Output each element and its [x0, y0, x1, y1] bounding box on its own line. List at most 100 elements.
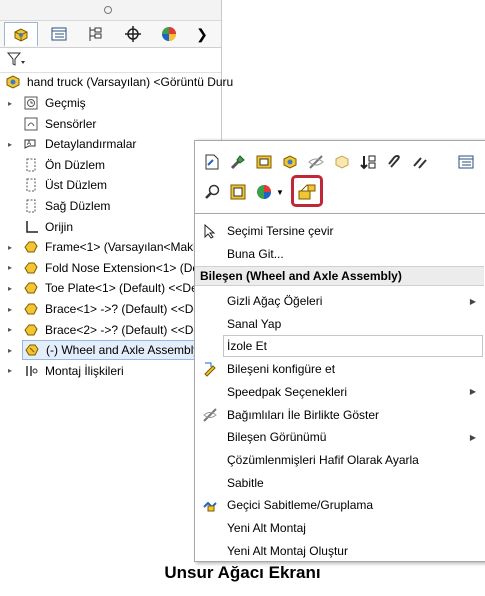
- menu-item[interactable]: Çözümlenmişleri Hafif Olarak Ayarla: [195, 449, 484, 471]
- reorder-icon[interactable]: [357, 151, 379, 173]
- part-icon: [22, 259, 40, 277]
- tree-item-label: Toe Plate<1> (Default) <<Defa: [45, 281, 208, 296]
- menu-item[interactable]: Bağımlıları İle Birlikte Göster: [195, 404, 484, 426]
- tab-display-manager[interactable]: [152, 22, 186, 46]
- menu-item-label: Geçici Sabitleme/Gruplama: [227, 498, 374, 513]
- panel-collapse-handle[interactable]: [0, 0, 221, 21]
- menu-item[interactable]: Sabitle: [195, 472, 484, 494]
- plane-icon: [22, 197, 40, 215]
- rebuild-icon[interactable]: [253, 151, 275, 173]
- tree-item[interactable]: A Detaylandırmalar: [22, 134, 136, 154]
- view-orientation-icon[interactable]: [227, 181, 249, 203]
- menu-item[interactable]: İzole Et: [223, 335, 483, 358]
- tree-item[interactable]: Brace<1> ->? (Default) <<Def: [22, 299, 203, 319]
- list-view-icon[interactable]: [455, 151, 477, 173]
- part-icon: [22, 300, 40, 318]
- isolate-icon[interactable]: [291, 175, 323, 207]
- tab-property-manager[interactable]: [42, 22, 76, 46]
- tab-configuration-manager[interactable]: [78, 22, 112, 46]
- panel-tab-bar: ❯: [0, 21, 221, 48]
- transparency-icon[interactable]: [331, 151, 353, 173]
- plane-icon: [22, 176, 40, 194]
- tree-root-label: hand truck (Varsayılan) <Görüntü Duru: [27, 75, 234, 89]
- tree-item[interactable]: Orijin: [22, 217, 73, 237]
- paperclip-icon[interactable]: [383, 151, 405, 173]
- menu-item[interactable]: Speedpak Seçenekleri ▶: [195, 381, 484, 403]
- filter-icon[interactable]: [6, 51, 26, 72]
- tree-item-label: Detaylandırmalar: [45, 137, 137, 152]
- tree-item[interactable]: Toe Plate<1> (Default) <<Defa: [22, 278, 208, 298]
- part-icon: [22, 279, 40, 297]
- tree-item-label: Fold Nose Extension<1> (Defa: [45, 260, 210, 275]
- chevron-right-icon: ❯: [196, 25, 208, 42]
- tree-root[interactable]: hand truck (Varsayılan) <Görüntü Duru: [4, 72, 233, 92]
- plane-icon: [22, 156, 40, 174]
- edit-assembly-icon[interactable]: [227, 151, 249, 173]
- menu-item[interactable]: Geçici Sabitleme/Gruplama: [195, 494, 484, 516]
- expand-arrow-icon[interactable]: ▸: [6, 278, 14, 298]
- crosshair-icon: [125, 26, 141, 42]
- zoom-to-selection-icon[interactable]: [201, 181, 223, 203]
- tree-item-label: Sensörler: [45, 116, 97, 131]
- tab-feature-manager[interactable]: [4, 22, 38, 46]
- chevron-down-icon[interactable]: ▼: [275, 181, 285, 203]
- property-list-icon: [51, 27, 67, 41]
- tree-item[interactable]: Sağ Düzlem: [22, 196, 110, 216]
- part-icon: [22, 321, 40, 339]
- menu-invert-selection-label: Seçimi Tersine çevir: [227, 224, 334, 238]
- expand-arrow-icon[interactable]: ▸: [6, 320, 14, 340]
- tree-item[interactable]: Ön Düzlem: [22, 155, 105, 175]
- tree-item[interactable]: Fold Nose Extension<1> (Defa: [22, 258, 209, 278]
- show-dependents-icon: [201, 406, 219, 424]
- configuration-icon: [89, 27, 102, 41]
- open-part-icon[interactable]: [201, 151, 223, 173]
- configure-icon: [201, 360, 219, 378]
- feature-manager-panel: ❯ hand truck (Varsayılan) <Görüntü Duru …: [0, 0, 233, 560]
- expand-arrow-icon[interactable]: ▸: [6, 340, 14, 360]
- tab-scroll-right[interactable]: ❯: [190, 22, 214, 46]
- expand-arrow-icon[interactable]: ▸: [6, 93, 14, 113]
- menu-go-to-label: Buna Git...: [227, 247, 284, 261]
- menu-item[interactable]: Yeni Alt Montaj: [195, 517, 484, 539]
- tree-item[interactable]: Brace<2> ->? (Default) <<Def: [22, 320, 203, 340]
- component-properties-icon[interactable]: [279, 151, 301, 173]
- tree-item-label: Sağ Düzlem: [45, 199, 111, 213]
- hide-component-icon[interactable]: [305, 151, 327, 173]
- menu-item-label: Yeni Alt Montaj Oluştur: [227, 543, 348, 558]
- context-toolbar: ▼: [194, 140, 485, 214]
- menu-item[interactable]: Yeni Alt Montaj Oluştur: [195, 540, 484, 562]
- menu-item[interactable]: Sanal Yap: [195, 313, 484, 335]
- submenu-arrow-icon: ▶: [469, 432, 476, 442]
- menu-item[interactable]: Bileşeni konfigüre et: [195, 358, 484, 380]
- menu-item-label: Çözümlenmişleri Hafif Olarak Ayarla: [227, 452, 419, 467]
- tree-item-label: Brace<2> ->? (Default) <<Def: [45, 322, 204, 337]
- float-group-icon: [201, 496, 219, 514]
- cursor-icon: [201, 222, 219, 240]
- svg-text:A: A: [27, 141, 31, 147]
- expand-arrow-icon[interactable]: ▸: [6, 361, 14, 381]
- tree-item-label: Brace<1> ->? (Default) <<Def: [45, 302, 204, 316]
- expand-arrow-icon[interactable]: ▸: [6, 134, 14, 154]
- tree-item[interactable]: Sensörler: [22, 114, 96, 134]
- tree-item[interactable]: (-) Wheel and Axle Assembly<: [22, 340, 221, 361]
- expand-arrow-icon[interactable]: ▸: [6, 299, 14, 319]
- assembly-icon: [4, 73, 22, 91]
- tree-item[interactable]: Frame<1> (Varsayılan<Makin: [22, 237, 203, 257]
- tree-item[interactable]: Montaj İlişkileri: [22, 361, 124, 381]
- menu-item[interactable]: Bileşen Görünümü ▶: [195, 426, 484, 448]
- menu-item-label: Speedpak Seçenekleri: [227, 384, 348, 399]
- menu-item-label: Bağımlıları İle Birlikte Göster: [227, 407, 380, 422]
- menu-item[interactable]: Gizli Ağaç Öğeleri ▶: [195, 290, 484, 312]
- expand-arrow-icon[interactable]: ▸: [6, 258, 14, 278]
- menu-invert-selection[interactable]: Seçimi Tersine çevir: [195, 220, 484, 242]
- expand-arrow-icon[interactable]: ▸: [6, 237, 14, 257]
- menu-item-label: Sabitle: [227, 475, 264, 490]
- menu-section-header: Bileşen (Wheel and Axle Assembly): [195, 266, 484, 286]
- mates-toolbar-icon[interactable]: [409, 151, 431, 173]
- tree-item[interactable]: Geçmiş: [22, 93, 86, 113]
- tree-item[interactable]: Üst Düzlem: [22, 175, 107, 195]
- tab-dimxpert[interactable]: [116, 22, 150, 46]
- appearance-icon[interactable]: [253, 181, 275, 203]
- menu-go-to[interactable]: Buna Git...: [195, 243, 484, 265]
- tree-item-label: (-) Wheel and Axle Assembly<: [46, 343, 207, 358]
